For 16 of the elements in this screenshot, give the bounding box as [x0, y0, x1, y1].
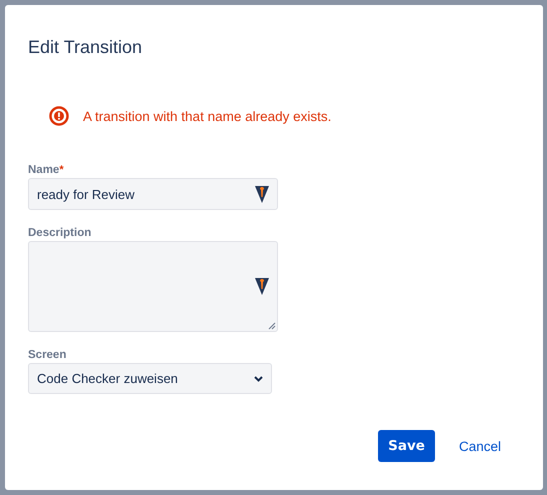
- field-label: Description: [28, 227, 92, 239]
- screen-dropdown[interactable]: Code Checker zuweisen: [28, 363, 272, 394]
- error-message: A transition with that name already exists.: [83, 108, 332, 124]
- required-marker: *: [59, 164, 64, 176]
- dialog-title: Edit Transition: [28, 37, 144, 58]
- cancel-link[interactable]: Cancel: [448, 438, 511, 454]
- error-icon: [49, 106, 69, 126]
- resize-handle-icon[interactable]: [268, 322, 276, 330]
- name-field[interactable]: ready for Review: [28, 178, 278, 210]
- field-label: Name: [28, 164, 60, 176]
- save-button[interactable]: Save: [378, 430, 435, 462]
- extension-icon[interactable]: [255, 278, 269, 295]
- description-field[interactable]: [28, 241, 278, 332]
- field-label: Screen: [28, 349, 66, 361]
- extension-icon[interactable]: [255, 186, 269, 202]
- chevron-down-icon: [254, 376, 263, 382]
